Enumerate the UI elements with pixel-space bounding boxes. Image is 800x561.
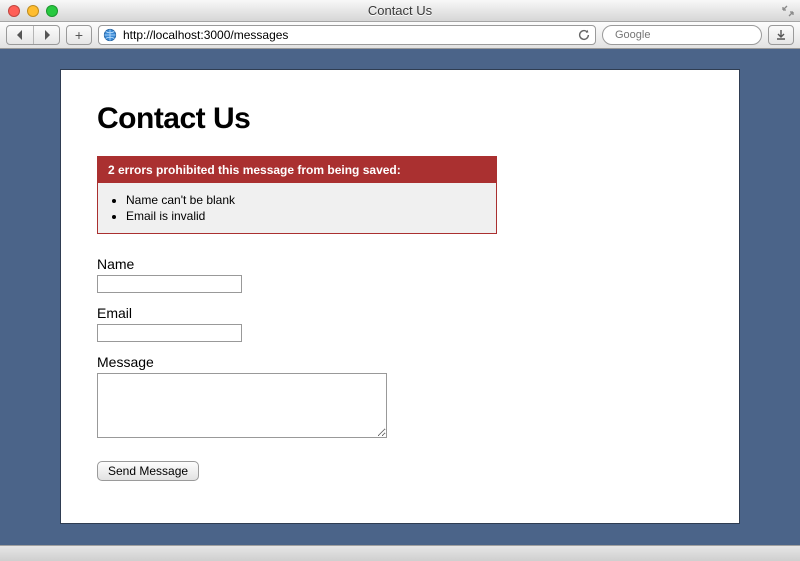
status-bar [0,545,800,561]
fullscreen-icon[interactable] [782,5,794,17]
nav-back-forward [6,25,60,45]
window-zoom-button[interactable] [46,5,58,17]
window-minimize-button[interactable] [27,5,39,17]
message-label: Message [97,354,703,370]
window-close-button[interactable] [8,5,20,17]
message-textarea[interactable] [97,373,387,438]
error-explanation: 2 errors prohibited this message from be… [97,156,497,234]
globe-icon [103,28,117,42]
address-bar[interactable] [98,25,596,45]
error-item: Name can't be blank [126,193,496,207]
reload-icon[interactable] [577,28,591,42]
search-field[interactable] [602,25,762,45]
search-input[interactable] [613,28,759,42]
back-button[interactable] [7,26,33,44]
window-titlebar: Contact Us [0,0,800,22]
downloads-button[interactable] [768,25,794,45]
email-label: Email [97,305,703,321]
name-input[interactable] [97,275,242,293]
forward-button[interactable] [33,26,59,44]
plus-icon: + [75,27,83,43]
email-input[interactable] [97,324,242,342]
send-message-button[interactable]: Send Message [97,461,199,481]
url-input[interactable] [121,27,573,43]
browser-viewport: Contact Us 2 errors prohibited this mess… [0,49,800,561]
browser-toolbar: + [0,22,800,49]
add-bookmark-button[interactable]: + [66,25,92,45]
error-item: Email is invalid [126,209,496,223]
page-heading: Contact Us [97,102,703,136]
error-heading: 2 errors prohibited this message from be… [98,157,496,183]
name-label: Name [97,256,703,272]
error-list: Name can't be blank Email is invalid [126,193,496,223]
download-icon [775,29,787,41]
window-title: Contact Us [0,3,800,18]
page-content: Contact Us 2 errors prohibited this mess… [60,69,740,524]
